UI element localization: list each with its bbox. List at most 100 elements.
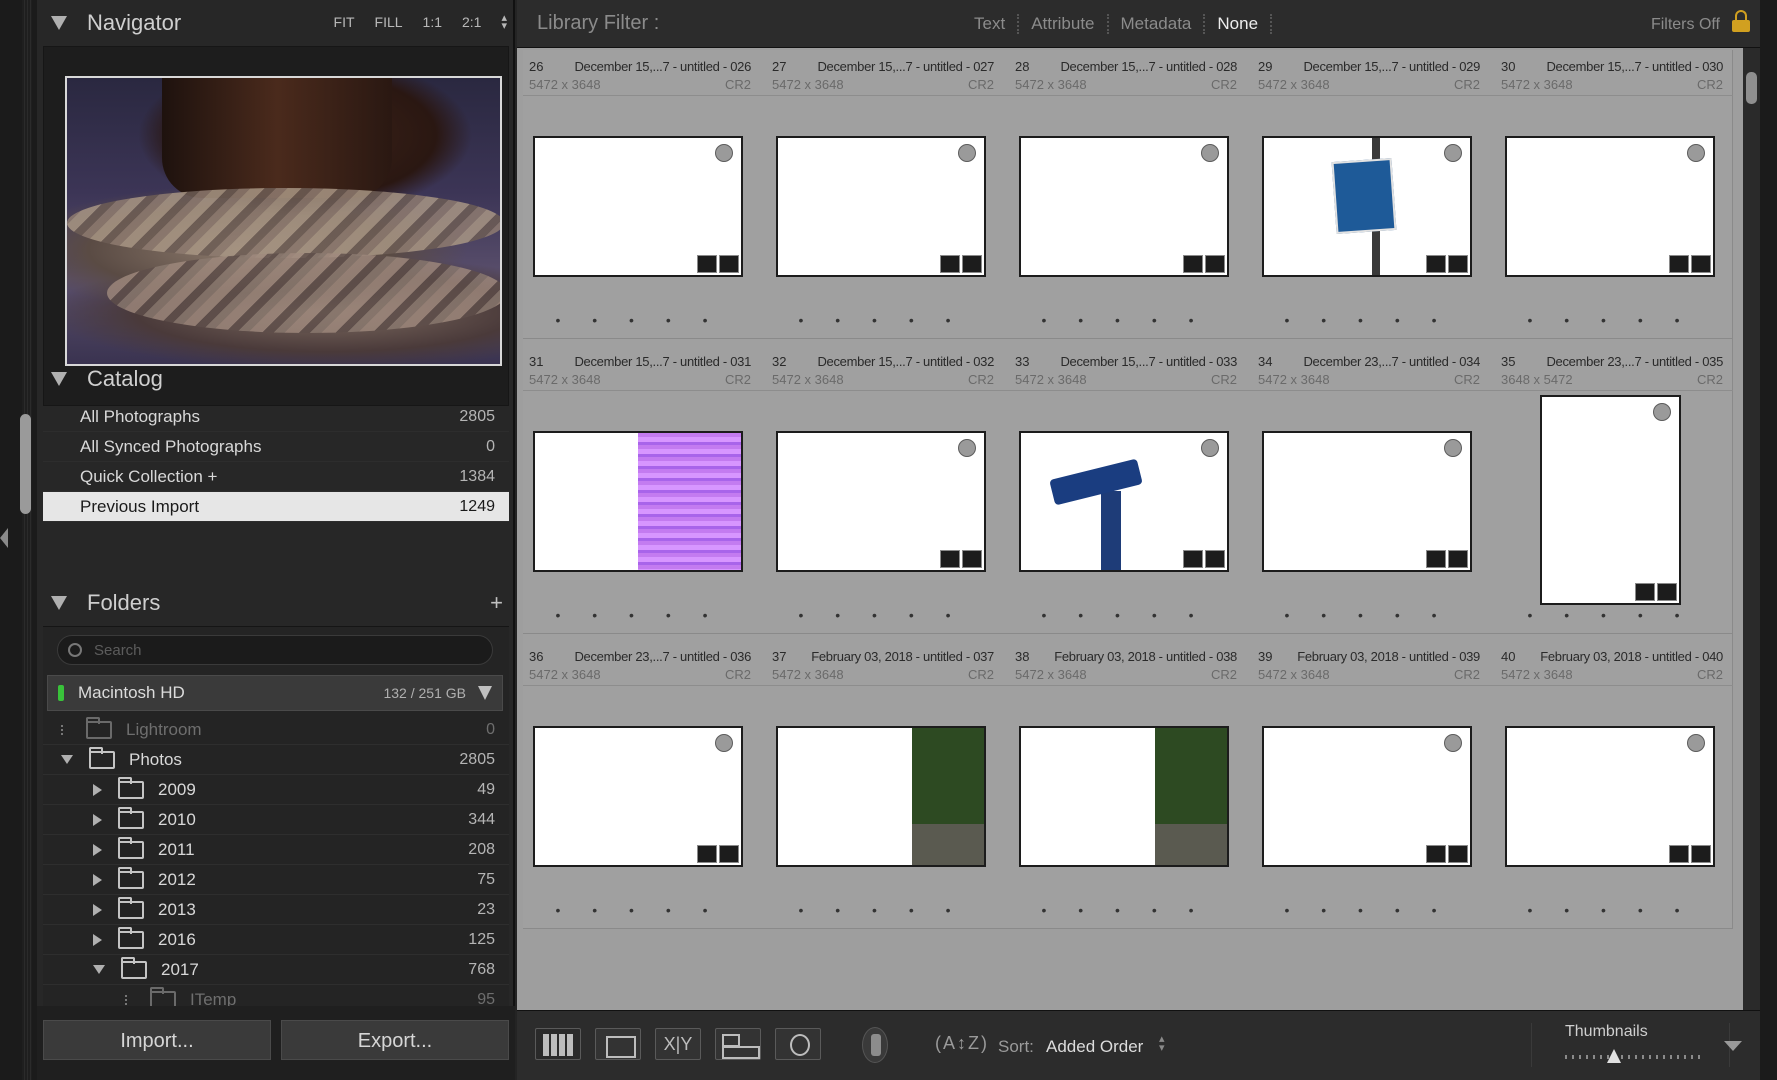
loupe-view-button[interactable] [595, 1028, 641, 1060]
rating-dots[interactable]: • • • • • [523, 312, 760, 328]
photo-thumbnail[interactable] [776, 136, 986, 277]
sort-order-dropdown[interactable]: Added Order [1046, 1037, 1143, 1057]
photo-cell[interactable]: 28 December 15,...7 - untitled - 028 5472 … [1003, 50, 1247, 339]
rating-dots[interactable]: • • • • • [1489, 902, 1732, 918]
keyword-tag-icon[interactable] [940, 550, 960, 568]
photo-cell[interactable]: 26 December 15,...7 - untitled - 026 5472 … [523, 50, 761, 339]
keyword-tag-icon[interactable] [940, 255, 960, 273]
photo-thumbnail[interactable] [1505, 136, 1715, 277]
folder-item[interactable]: 2010 344 [43, 805, 509, 835]
photo-thumbnail[interactable] [1019, 726, 1229, 867]
rating-dots[interactable]: • • • • • [523, 902, 760, 918]
grid-view-button[interactable] [535, 1028, 581, 1060]
photo-cell[interactable]: 39 February 03, 2018 - untitled - 039 5472… [1246, 634, 1490, 929]
catalog-header[interactable]: Catalog [37, 356, 515, 402]
filter-metadata[interactable]: Metadata [1109, 13, 1206, 34]
quick-collection-circle-icon[interactable] [1201, 144, 1219, 162]
navigator-preview[interactable] [43, 46, 509, 406]
rating-dots[interactable]: • • • • • [760, 902, 1003, 918]
lock-icon[interactable] [1732, 10, 1750, 32]
zoom-1-1[interactable]: 1:1 [423, 14, 442, 30]
sort-direction-icon[interactable]: (A↕Z) [935, 1033, 989, 1054]
photo-cell[interactable]: 31 December 15,...7 - untitled - 031 5472 … [523, 339, 761, 634]
navigator-image[interactable] [65, 76, 502, 366]
photo-cell[interactable]: 34 December 23,...7 - untitled - 034 5472 … [1246, 339, 1490, 634]
import-button[interactable]: Import... [43, 1020, 271, 1060]
collection-badge-icon[interactable] [1205, 845, 1225, 863]
collection-badge-icon[interactable] [1448, 845, 1468, 863]
left-panel-scrollbar[interactable] [20, 414, 31, 514]
filters-off-dropdown[interactable]: Filters Off [1651, 16, 1720, 34]
folder-search-input[interactable] [94, 641, 474, 659]
rating-dots[interactable]: • • • • • [1003, 312, 1246, 328]
collection-badge-icon[interactable] [962, 550, 982, 568]
photo-cell[interactable]: 36 December 23,...7 - untitled - 036 5472 … [523, 634, 761, 929]
expand-arrow-icon[interactable] [93, 873, 102, 886]
keyword-tag-icon[interactable] [697, 845, 717, 863]
photo-thumbnail[interactable] [533, 726, 743, 867]
keyword-tag-icon[interactable] [1669, 845, 1689, 863]
disclosure-triangle-icon[interactable] [51, 16, 67, 30]
collection-badge-icon[interactable] [1691, 255, 1711, 273]
folder-item[interactable]: Lightroom 0 [43, 715, 509, 745]
collection-badge-icon[interactable] [962, 255, 982, 273]
catalog-item[interactable]: All Photographs 2805 [43, 402, 509, 432]
photo-cell[interactable]: 37 February 03, 2018 - untitled - 037 5472… [760, 634, 1004, 929]
quick-collection-circle-icon[interactable] [1444, 144, 1462, 162]
photo-cell[interactable]: 30 December 15,...7 - untitled - 030 5472 … [1489, 50, 1733, 339]
quick-collection-circle-icon[interactable] [1444, 734, 1462, 752]
rating-dots[interactable]: • • • • • [1003, 902, 1246, 918]
folder-search[interactable] [57, 635, 493, 665]
photo-cell[interactable]: 38 February 03, 2018 - untitled - 038 5472… [1003, 634, 1247, 929]
collection-badge-icon[interactable] [719, 550, 739, 568]
rating-dots[interactable]: • • • • • [760, 607, 1003, 623]
expand-arrow-icon[interactable] [93, 783, 102, 796]
photo-thumbnail[interactable] [533, 431, 743, 572]
expand-arrow-icon[interactable] [93, 843, 102, 856]
photo-thumbnail[interactable] [1262, 136, 1472, 277]
quick-collection-circle-icon[interactable] [1687, 144, 1705, 162]
photo-thumbnail[interactable] [1262, 431, 1472, 572]
quick-collection-circle-icon[interactable] [715, 439, 733, 457]
catalog-item[interactable]: Quick Collection + 1384 [43, 462, 509, 492]
rating-dots[interactable]: • • • • • [760, 312, 1003, 328]
sort-stepper-icon[interactable]: ▴ ▾ [1159, 1034, 1165, 1054]
quick-collection-circle-icon[interactable] [1653, 403, 1671, 421]
collection-badge-icon[interactable] [1657, 583, 1677, 601]
quick-collection-circle-icon[interactable] [1201, 734, 1219, 752]
keyword-tag-icon[interactable] [1426, 845, 1446, 863]
keyword-tag-icon[interactable] [1635, 583, 1655, 601]
catalog-item[interactable]: All Synced Photographs 0 [43, 432, 509, 462]
volume-macintosh-hd[interactable]: Macintosh HD 132 / 251 GB [47, 675, 503, 711]
collection-badge-icon[interactable] [1448, 255, 1468, 273]
survey-view-button[interactable] [715, 1028, 761, 1060]
photo-cell[interactable]: 29 December 15,...7 - untitled - 029 5472 … [1246, 50, 1490, 339]
add-folder-button[interactable]: + [490, 590, 503, 616]
rating-dots[interactable]: • • • • • [1489, 607, 1732, 623]
filter-text[interactable]: Text [962, 13, 1020, 34]
collection-badge-icon[interactable] [1448, 550, 1468, 568]
people-view-button[interactable] [775, 1028, 821, 1060]
quick-collection-circle-icon[interactable] [1687, 734, 1705, 752]
folder-item[interactable]: 2012 75 [43, 865, 509, 895]
expand-arrow-icon[interactable] [93, 813, 102, 826]
expand-arrow-icon[interactable] [93, 933, 102, 946]
collection-badge-icon[interactable] [962, 845, 982, 863]
collection-badge-icon[interactable] [1691, 845, 1711, 863]
quick-collection-circle-icon[interactable] [958, 734, 976, 752]
folder-item[interactable]: 2016 125 [43, 925, 509, 955]
quick-collection-circle-icon[interactable] [958, 439, 976, 457]
toolbar-options-icon[interactable] [1724, 1041, 1742, 1051]
grid-scrollbar[interactable] [1743, 48, 1760, 1010]
quick-collection-circle-icon[interactable] [715, 734, 733, 752]
photo-cell[interactable]: 40 February 03, 2018 - untitled - 040 5472… [1489, 634, 1733, 929]
quick-collection-circle-icon[interactable] [958, 144, 976, 162]
photo-cell[interactable]: 35 December 23,...7 - untitled - 035 3648 … [1489, 339, 1733, 634]
rating-dots[interactable]: • • • • • [1246, 902, 1489, 918]
thumbnail-slider-knob[interactable] [1607, 1049, 1621, 1063]
rating-dots[interactable]: • • • • • [1489, 312, 1732, 328]
folders-header[interactable]: Folders [37, 580, 515, 626]
collection-badge-icon[interactable] [1205, 255, 1225, 273]
quick-collection-circle-icon[interactable] [1444, 439, 1462, 457]
catalog-item[interactable]: Previous Import 1249 [43, 492, 509, 522]
